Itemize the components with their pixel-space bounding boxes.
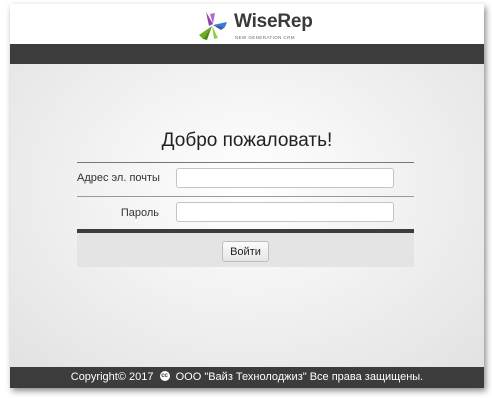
password-label: Пароль	[120, 207, 159, 219]
top-nav-bar	[10, 44, 484, 64]
login-form: Адрес эл. почты Пароль Войти	[77, 162, 414, 267]
header: WiseRep NEW GENERATION CRM	[10, 4, 484, 44]
form-divider-middle	[77, 196, 414, 197]
logo-tagline: NEW GENERATION CRM	[235, 35, 295, 40]
wiserep-logo-icon	[199, 12, 227, 40]
logo-name: WiseRep	[234, 11, 313, 32]
company-rights-text: ООО "Вайз Технолоджиз" Все права защищен…	[175, 371, 424, 383]
form-divider-top	[77, 162, 414, 163]
form-actions: Войти	[77, 233, 414, 267]
logo[interactable]: WiseRep NEW GENERATION CRM	[197, 10, 313, 42]
browser-frame: WiseRep NEW GENERATION CRM Добро пожалов…	[10, 4, 484, 388]
page-title: Добро пожаловать!	[161, 130, 333, 151]
creative-commons-icon: cc	[159, 371, 170, 382]
password-field[interactable]	[176, 202, 394, 222]
footer: Copyright© 2017 cc ООО "Вайз Технолоджиз…	[10, 367, 484, 388]
email-field[interactable]	[176, 168, 394, 188]
login-button[interactable]: Войти	[222, 241, 269, 262]
email-label: Адрес эл. почты	[77, 172, 160, 184]
copyright-text: Copyright© 2017	[70, 371, 154, 383]
